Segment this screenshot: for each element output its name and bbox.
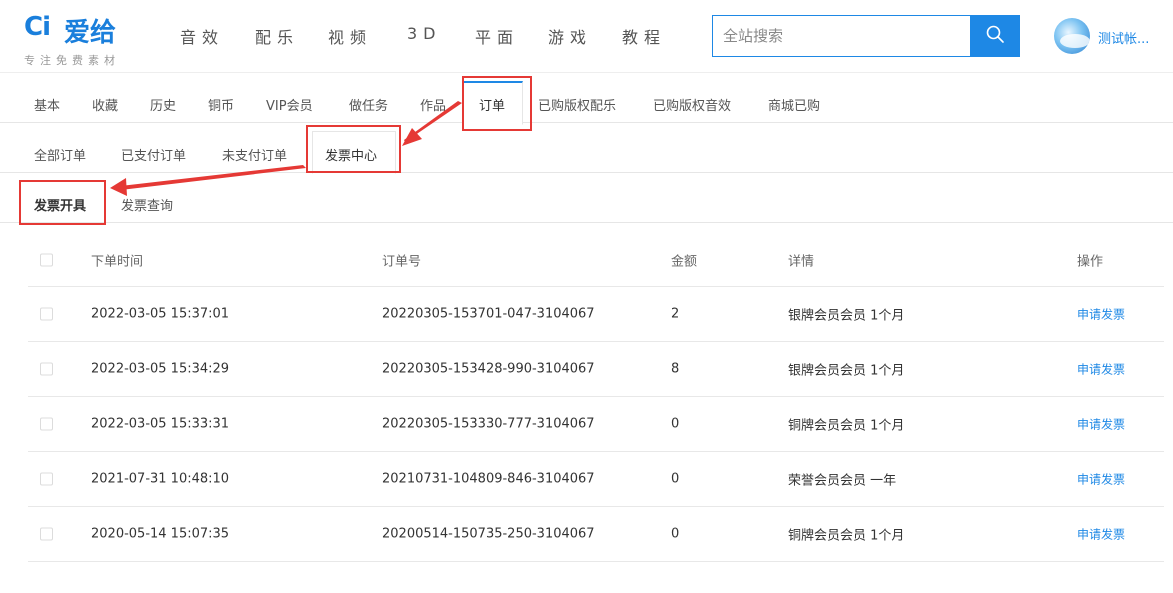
order-amount: 0 [671, 471, 680, 487]
order-detail: 银牌会员会员 1个月 [788, 363, 905, 379]
tab-basic[interactable]: 基本 [34, 95, 60, 114]
order-time: 2022-03-05 15:37:01 [91, 306, 230, 322]
search-input[interactable] [713, 16, 971, 56]
tab-vip[interactable]: VIP会员 [266, 95, 313, 114]
row-checkbox[interactable] [40, 362, 53, 376]
order-amount: 2 [671, 306, 680, 322]
apply-invoice-link[interactable]: 申请发票 [1077, 416, 1125, 433]
order-no: 20220305-153701-047-3104067 [382, 306, 595, 322]
invoice-tabs: 发票开具 发票查询 [0, 173, 1173, 223]
order-detail: 荣誉会员会员 一年 [788, 473, 897, 489]
table-row: 2020-05-14 15:07:35 20200514-150735-250-… [28, 507, 1164, 562]
order-time: 2022-03-05 15:33:31 [91, 416, 230, 432]
order-tabs: 全部订单 已支付订单 未支付订单 发票中心 [0, 123, 1173, 174]
apply-invoice-link[interactable]: 申请发票 [1077, 361, 1125, 378]
nav-item-sound-effects[interactable]: 音效 [180, 24, 224, 48]
tab-paid-orders[interactable]: 已支付订单 [121, 145, 186, 164]
apply-invoice-link[interactable]: 申请发票 [1077, 471, 1125, 488]
order-amount: 8 [671, 361, 680, 377]
user-name[interactable]: 测试帐... [1098, 28, 1149, 47]
table-row: 2022-03-05 15:34:29 20220305-153428-990-… [28, 342, 1164, 397]
order-time: 2020-05-14 15:07:35 [91, 526, 230, 542]
search-box [712, 15, 1020, 57]
table-row: 2021-07-31 10:48:10 20210731-104809-846-… [28, 452, 1164, 507]
site-header: Ci 爱给 专注免费素材 音效 配乐 视频 3D 平面 游戏 教程 测试帐... [0, 0, 1173, 72]
tab-purchased-sfx[interactable]: 已购版权音效 [653, 95, 731, 114]
avatar[interactable] [1054, 18, 1090, 54]
table-row: 2022-03-05 15:33:31 20220305-153330-777-… [28, 397, 1164, 452]
logo-slogan: 专注免费素材 [24, 54, 120, 67]
search-icon [985, 24, 1005, 48]
table-header: 下单时间 订单号 金额 详情 操作 [28, 233, 1164, 287]
row-checkbox[interactable] [40, 417, 53, 431]
nav-item-tutorial[interactable]: 教程 [622, 24, 666, 48]
order-no: 20220305-153330-777-3104067 [382, 416, 595, 432]
apply-invoice-link[interactable]: 申请发票 [1077, 526, 1125, 543]
tab-all-orders[interactable]: 全部订单 [34, 145, 86, 164]
col-amount: 金额 [671, 254, 698, 269]
tab-favorites[interactable]: 收藏 [92, 95, 118, 114]
tab-coins[interactable]: 铜币 [208, 95, 234, 114]
tab-issue-invoice[interactable]: 发票开具 [34, 195, 86, 214]
nav-item-video[interactable]: 视频 [328, 24, 372, 48]
nav-item-3d[interactable]: 3D [407, 24, 442, 43]
logo-name: 爱给 [64, 18, 117, 48]
order-detail: 铜牌会员会员 1个月 [788, 418, 905, 434]
apply-invoice-link[interactable]: 申请发票 [1077, 306, 1125, 323]
table-row: 2022-03-05 15:37:01 20220305-153701-047-… [28, 287, 1164, 342]
nav-item-graphic[interactable]: 平面 [475, 24, 519, 48]
logo-mark: Ci [24, 12, 51, 42]
site-logo[interactable]: Ci 爱给 专注免费素材 [24, 10, 144, 67]
search-button[interactable] [970, 15, 1020, 57]
nav-item-game[interactable]: 游戏 [548, 24, 592, 48]
nav-item-music[interactable]: 配乐 [255, 24, 299, 48]
account-tabs: 基本 收藏 历史 铜币 VIP会员 做任务 作品 订单 已购版权配乐 已购版权音… [0, 72, 1173, 125]
tab-unpaid-orders[interactable]: 未支付订单 [222, 145, 287, 164]
tab-history[interactable]: 历史 [150, 95, 176, 114]
order-time: 2021-07-31 10:48:10 [91, 471, 230, 487]
tab-works[interactable]: 作品 [420, 95, 446, 114]
col-order-time: 下单时间 [91, 254, 144, 269]
tab-tasks[interactable]: 做任务 [349, 95, 388, 114]
order-amount: 0 [671, 526, 680, 542]
order-detail: 银牌会员会员 1个月 [788, 308, 905, 324]
tab-invoice-center[interactable]: 发票中心 [325, 145, 377, 164]
row-checkbox[interactable] [40, 472, 53, 486]
row-checkbox[interactable] [40, 307, 53, 321]
tab-invoice-query[interactable]: 发票查询 [121, 195, 173, 214]
col-action: 操作 [1077, 254, 1104, 269]
col-order-no: 订单号 [382, 254, 422, 269]
order-amount: 0 [671, 416, 680, 432]
order-detail: 铜牌会员会员 1个月 [788, 528, 905, 544]
col-detail: 详情 [788, 254, 815, 269]
order-no: 20200514-150735-250-3104067 [382, 526, 595, 542]
select-all-checkbox[interactable] [40, 253, 53, 266]
order-time: 2022-03-05 15:34:29 [91, 361, 230, 377]
order-no: 20210731-104809-846-3104067 [382, 471, 595, 487]
order-no: 20220305-153428-990-3104067 [382, 361, 595, 377]
tab-purchased-music[interactable]: 已购版权配乐 [538, 95, 616, 114]
row-checkbox[interactable] [40, 527, 53, 541]
tab-orders[interactable]: 订单 [479, 95, 505, 114]
tab-store-purchased[interactable]: 商城已购 [768, 95, 820, 114]
